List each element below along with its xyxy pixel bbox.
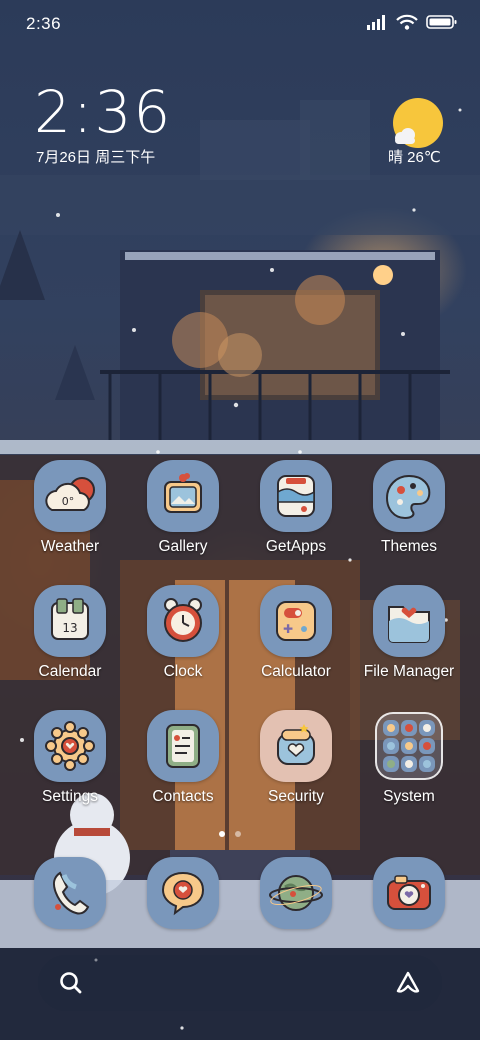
settings-icon bbox=[34, 710, 106, 782]
messaging-icon bbox=[147, 857, 219, 929]
app-label: Calendar bbox=[38, 663, 102, 680]
dock-messaging[interactable] bbox=[128, 857, 238, 967]
folder-system[interactable]: System bbox=[354, 710, 464, 820]
wifi-icon bbox=[396, 14, 418, 30]
assistant-icon[interactable] bbox=[394, 969, 422, 997]
weather-icon-text: 0° bbox=[62, 495, 75, 508]
clock-widget-date: 7月26日 周三下午 bbox=[36, 149, 156, 166]
app-label: Gallery bbox=[158, 538, 208, 555]
getapps-icon bbox=[260, 460, 332, 532]
app-label: System bbox=[383, 788, 435, 805]
clock-icon bbox=[147, 585, 219, 657]
calendar-icon: 13 bbox=[34, 585, 106, 657]
app-contacts[interactable]: Contacts bbox=[128, 710, 238, 820]
app-label: Weather bbox=[40, 538, 100, 555]
page-dot-active bbox=[219, 831, 225, 837]
svg-text:✚: ✚ bbox=[283, 622, 293, 636]
search-bar[interactable] bbox=[38, 955, 442, 1011]
themes-icon bbox=[373, 460, 445, 532]
search-icon[interactable] bbox=[58, 970, 84, 996]
page-indicator bbox=[219, 831, 241, 837]
calendar-icon-text: 13 bbox=[62, 621, 77, 635]
dock-camera[interactable] bbox=[354, 857, 464, 967]
app-security[interactable]: Security bbox=[241, 710, 351, 820]
app-themes[interactable]: Themes bbox=[354, 460, 464, 570]
calculator-icon: ✚ bbox=[260, 585, 332, 657]
weather-icon: 0° bbox=[34, 460, 106, 532]
app-label: Settings bbox=[41, 788, 98, 805]
app-settings[interactable]: Settings bbox=[15, 710, 125, 820]
app-weather[interactable]: 0° Weather bbox=[15, 460, 125, 570]
security-icon bbox=[260, 710, 332, 782]
weather-widget-text: 晴 26℃ bbox=[388, 149, 441, 166]
folder-icon bbox=[375, 712, 443, 780]
app-calendar[interactable]: 13 Calendar bbox=[15, 585, 125, 695]
camera-icon bbox=[373, 857, 445, 929]
dock-browser[interactable] bbox=[241, 857, 351, 967]
status-bar: 2:36 bbox=[0, 0, 480, 50]
app-label: Themes bbox=[381, 538, 437, 555]
page-dot bbox=[235, 831, 241, 837]
signal-icon bbox=[367, 15, 385, 30]
app-clock[interactable]: Clock bbox=[128, 585, 238, 695]
app-file-manager[interactable]: File Manager bbox=[354, 585, 464, 695]
app-label: Contacts bbox=[152, 788, 214, 805]
clock-widget-time[interactable]: 2:36 bbox=[34, 78, 172, 146]
file-manager-icon bbox=[373, 585, 445, 657]
app-label: Calculator bbox=[261, 663, 331, 680]
app-label: Clock bbox=[163, 663, 203, 680]
app-label: GetApps bbox=[265, 538, 327, 555]
status-icons bbox=[366, 14, 458, 30]
phone-icon bbox=[34, 857, 106, 929]
contacts-icon bbox=[147, 710, 219, 782]
status-time: 2:36 bbox=[26, 14, 62, 33]
app-gallery[interactable]: Gallery bbox=[128, 460, 238, 570]
app-label: File Manager bbox=[363, 663, 455, 680]
battery-icon bbox=[426, 15, 457, 29]
gallery-icon bbox=[147, 460, 219, 532]
app-label: Security bbox=[268, 788, 324, 805]
dock-phone[interactable] bbox=[15, 857, 125, 967]
browser-icon bbox=[260, 857, 332, 929]
app-getapps[interactable]: GetApps bbox=[241, 460, 351, 570]
app-calculator[interactable]: ✚ Calculator bbox=[241, 585, 351, 695]
